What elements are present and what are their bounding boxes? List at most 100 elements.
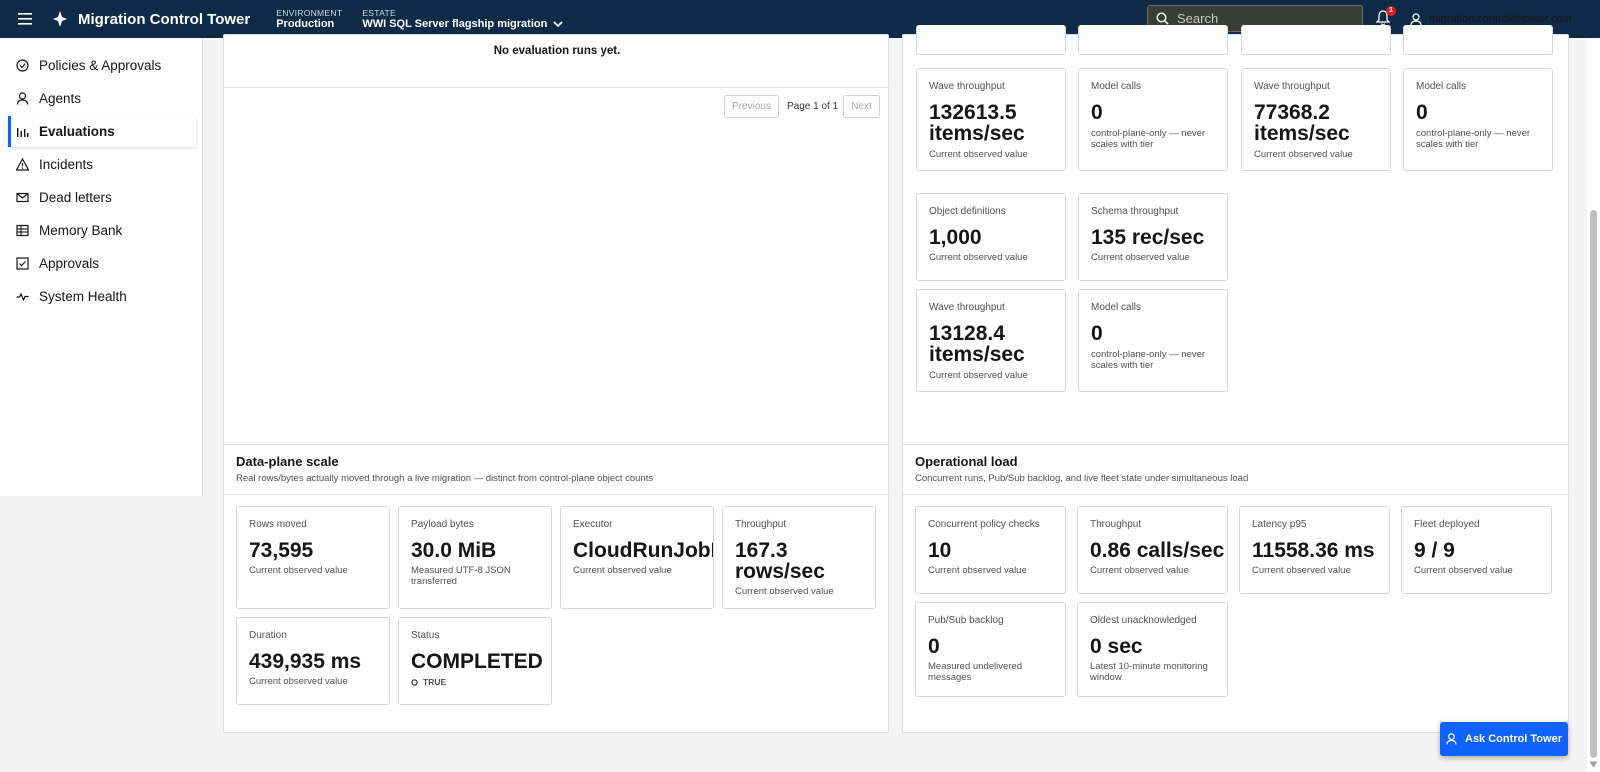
metric-label: Rows moved (249, 519, 307, 530)
metric-value: 132613.5 items/sec (929, 101, 1025, 145)
warning-icon (16, 158, 29, 171)
metric-card: Duration 439,935 ms Current observed val… (236, 617, 390, 705)
metric-caption: Current observed value (929, 149, 1028, 160)
metric-card: Wave throughput 77368.2 items/sec Curren… (1241, 68, 1391, 171)
metric-value: 167.3 rows/sec (735, 539, 825, 583)
ask-control-tower-button[interactable]: Ask Control Tower (1440, 722, 1568, 756)
sidebar: Policies & Approvals Agents Evaluations … (0, 38, 203, 772)
sidebar-item-label: Evaluations (39, 124, 115, 139)
metric-label: Wave throughput (929, 81, 1005, 92)
metric-label: Duration (249, 630, 287, 641)
notification-badge: 1 (1386, 6, 1396, 16)
metric-card: Model calls 0 control-plane-only — never… (1078, 68, 1228, 171)
sidebar-item-dead-letters[interactable]: Dead letters (8, 182, 196, 213)
sidebar-item-evaluations[interactable]: Evaluations (8, 116, 196, 147)
metric-caption: Current observed value (249, 565, 348, 576)
environment-indicator: ENVIRONMENT Production (276, 8, 342, 30)
metric-caption: Latest 10-minute monitoring window (1090, 661, 1208, 683)
metric-value: 0 (1416, 101, 1428, 124)
metric-card: Executor CloudRunJobExecutor Current obs… (560, 506, 714, 609)
metric-label: Model calls (1416, 81, 1467, 92)
metric-card: Concurrent policy checks 10 Current obse… (915, 506, 1066, 594)
metric-card: Object definitions 1,000 Current observe… (916, 193, 1066, 281)
sidebar-item-label: Policies & Approvals (39, 58, 162, 73)
metric-card: Model calls 0 control-plane-only — never… (1078, 289, 1228, 392)
empty-state-text: No evaluation runs yet. (493, 45, 621, 57)
metric-value: 0.86 calls/sec (1090, 539, 1225, 562)
sidebar-item-policies-approvals[interactable]: Policies & Approvals (8, 50, 196, 81)
metric-label: Throughput (1090, 519, 1142, 530)
menu-icon[interactable] (0, 0, 50, 38)
metric-card: Payload bytes 30.0 MiB Measured UTF-8 JS… (398, 506, 552, 609)
panel-subtitle: Real rows/bytes actually moved through a… (236, 473, 654, 484)
shield-check-icon (16, 59, 29, 72)
previous-page-button[interactable]: Previous (724, 95, 779, 118)
metric-label: Schema throughput (1091, 206, 1179, 217)
page-scrollbar[interactable] (1587, 38, 1600, 772)
metric-label: Payload bytes (411, 519, 474, 530)
metric-card: Throughput 0.86 calls/sec Current observ… (1077, 506, 1228, 594)
table-icon (16, 224, 29, 237)
metric-caption: Current observed value (249, 676, 348, 687)
metric-caption: Measured UTF-8 JSON transferred (411, 565, 511, 587)
metric-value: 0 (1091, 322, 1103, 345)
sidebar-item-incidents[interactable]: Incidents (8, 149, 196, 180)
metric-card: Latency p95 11558.36 ms Current observed… (1239, 506, 1390, 594)
sidebar-item-memory-bank[interactable]: Memory Bank (8, 215, 196, 246)
metric-caption: Current observed value (1091, 252, 1190, 263)
metric-caption: Current observed value (1414, 565, 1513, 576)
metric-caption: control-plane-only — never scales with t… (1091, 349, 1206, 371)
status-flag-text: TRUE (423, 677, 447, 687)
sidebar-item-label: Incidents (39, 157, 94, 172)
user-email[interactable]: migration.control@tower.com (1429, 13, 1572, 25)
metric-label: Throughput (735, 519, 787, 530)
scrollbar-thumb[interactable] (1590, 210, 1597, 758)
status-value: COMPLETED (411, 650, 543, 673)
evaluations-panel: No evaluation runs yet. Previous Page 1 … (223, 34, 890, 458)
estate-value[interactable]: WWI SQL Server flagship migration (362, 19, 547, 30)
chevron-down-icon[interactable] (553, 21, 563, 28)
sidebar-item-label: Dead letters (39, 190, 112, 205)
metric-caption: Measured undelivered messages (928, 661, 1023, 683)
metric-value: 77368.2 items/sec (1254, 101, 1350, 145)
sidebar-item-label: System Health (39, 289, 127, 304)
sidebar-item-label: Agents (39, 91, 82, 106)
ask-button-label: Ask Control Tower (1465, 733, 1562, 745)
metric-value: 439,935 ms (249, 650, 362, 673)
sidebar-item-agents[interactable]: Agents (8, 83, 196, 114)
sidebar-item-label: Memory Bank (39, 223, 123, 238)
environment-value: Production (276, 18, 335, 30)
metric-label: Model calls (1091, 81, 1142, 92)
operational-load-panel: Operational load Concurrent runs, Pub/Su… (902, 444, 1570, 733)
scale-panel: Wave throughput 132613.5 items/sec Curre… (902, 25, 1569, 458)
sidebar-item-system-health[interactable]: System Health (8, 281, 196, 312)
metric-card: Oldest unacknowledged 0 sec Latest 10-mi… (1077, 602, 1228, 697)
metric-card: Rows moved 73,595 Current observed value (236, 506, 390, 609)
metric-caption: Current observed value (1252, 565, 1351, 576)
tower-logo-icon (50, 9, 70, 29)
sidebar-item-label: Approvals (39, 256, 100, 271)
metric-card: Pub/Sub backlog 0 Measured undelivered m… (915, 602, 1066, 697)
mail-icon (16, 192, 29, 203)
scroll-down-icon[interactable] (1589, 761, 1598, 768)
metric-caption: Current observed value (929, 370, 1028, 381)
panel-subtitle: Concurrent runs, Pub/Sub backlog, and li… (915, 473, 1249, 484)
metric-caption: Current observed value (1254, 149, 1353, 160)
metric-value: 10 (928, 539, 952, 562)
search-placeholder: Search (1177, 11, 1219, 26)
data-plane-panel: Data-plane scale Real rows/bytes actuall… (223, 444, 890, 733)
app-title[interactable]: Migration Control Tower (78, 11, 250, 28)
metric-value: 9 / 9 (1414, 539, 1455, 562)
metric-caption: Current observed value (928, 565, 1027, 576)
sidebar-item-approvals[interactable]: Approvals (8, 248, 196, 279)
estate-selector[interactable]: ESTATE WWI SQL Server flagship migration (362, 8, 563, 30)
metric-value: 0 sec (1090, 635, 1143, 658)
search-icon (1156, 12, 1169, 25)
next-page-button[interactable]: Next (843, 95, 880, 118)
panel-title: Data-plane scale (236, 454, 339, 469)
checkbox-icon (16, 257, 29, 270)
metric-label: Oldest unacknowledged (1090, 615, 1197, 626)
metric-label: Model calls (1091, 302, 1142, 313)
metric-label: Object definitions (929, 206, 1006, 217)
metric-label: Fleet deployed (1414, 519, 1480, 530)
